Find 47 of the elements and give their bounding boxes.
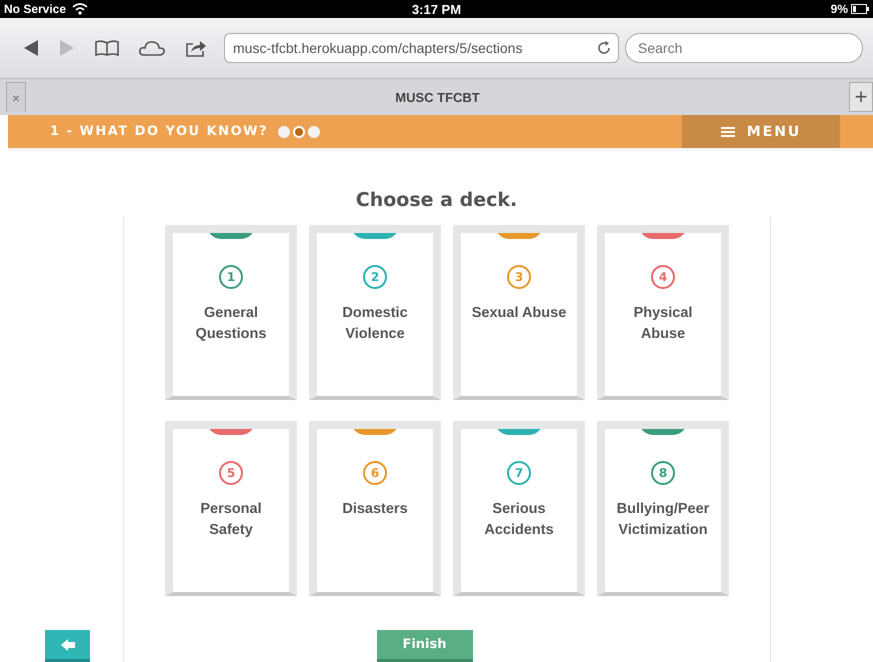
deck-title: Personal Safety: [199, 500, 263, 540]
number-badge: 4: [651, 265, 675, 289]
search-field[interactable]: Search: [625, 33, 863, 63]
deck-card[interactable]: 5 Personal Safety: [165, 421, 297, 596]
number-badge: 5: [219, 461, 243, 485]
number-badge: 8: [651, 461, 675, 485]
progress-dot[interactable]: [278, 126, 290, 138]
deck-card[interactable]: 1 General Questions: [165, 225, 297, 400]
cloud-icon[interactable]: [138, 39, 166, 57]
battery-icon: [850, 4, 869, 14]
wifi-icon: [72, 3, 88, 15]
deck-title: Bullying/Peer Victimization: [616, 500, 710, 540]
page-heading: Choose a deck.: [354, 189, 518, 211]
left-arrow-icon: [60, 638, 74, 650]
deck-card[interactable]: 2 Domestic Violence: [309, 225, 441, 400]
deck-card[interactable]: 7 Serious Accidents: [453, 421, 585, 596]
deck-title: Disasters: [341, 500, 409, 519]
new-tab-button[interactable]: +: [849, 82, 873, 112]
progress-dot[interactable]: [293, 126, 305, 138]
deck-card[interactable]: 3 Sexual Abuse: [453, 225, 585, 400]
share-icon[interactable]: [184, 38, 208, 58]
address-field[interactable]: musc-tfcbt.herokuapp.com/chapters/5/sections: [224, 33, 619, 63]
section-title: 1 - WHAT DO YOU KNOW?: [50, 124, 268, 139]
progress-dot[interactable]: [308, 126, 320, 138]
clock-time: 3:17 PM: [412, 2, 462, 16]
deck-title: Serious Accidents: [483, 500, 555, 540]
deck-card[interactable]: 6 Disasters: [309, 421, 441, 596]
tab-title[interactable]: MUSC TFCBT: [26, 90, 849, 104]
deck-title: General Questions: [194, 304, 268, 344]
number-badge: 7: [507, 461, 531, 485]
number-badge: 2: [363, 265, 387, 289]
carrier-label: No Service: [4, 2, 66, 16]
number-badge: 3: [507, 265, 531, 289]
menu-icon: [720, 126, 735, 138]
number-badge: 6: [363, 461, 387, 485]
deck-card[interactable]: 4 Physical Abuse: [597, 225, 729, 400]
deck-title: Domestic Violence: [341, 304, 409, 344]
deck-title: Sexual Abuse: [470, 304, 568, 323]
back-arrow-icon[interactable]: [22, 39, 40, 57]
battery-percent: 9%: [830, 2, 848, 16]
back-button[interactable]: [45, 630, 90, 662]
deck-card[interactable]: 8 Bullying/Peer Victimization: [597, 421, 729, 596]
book-icon[interactable]: [94, 39, 120, 57]
reload-icon[interactable]: [596, 40, 612, 56]
url-text: musc-tfcbt.herokuapp.com/chapters/5/sections: [233, 40, 522, 56]
number-badge: 1: [219, 265, 243, 289]
deck-title: Physical Abuse: [632, 304, 694, 344]
